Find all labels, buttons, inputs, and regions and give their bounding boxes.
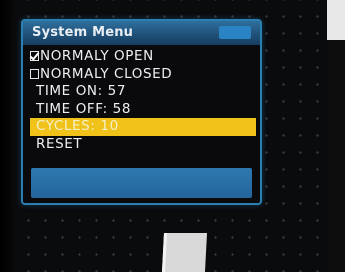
background-corner: [327, 0, 345, 40]
menu-item-label: NORMALY OPEN: [40, 48, 154, 64]
paper-tab: [161, 233, 208, 272]
menu-item-time-off[interactable]: TIME OFF: 58: [30, 101, 256, 119]
menu-item-time-on[interactable]: TIME ON: 57: [30, 83, 256, 101]
title-bar-indicator: [219, 26, 251, 39]
unchecked-checkbox-icon: [30, 68, 39, 79]
device-bezel-left: [0, 0, 14, 272]
menu-item-cycles[interactable]: CYCLES: 10: [30, 118, 256, 136]
menu-item-normally-closed[interactable]: NORMALY CLOSED: [30, 66, 256, 84]
checked-checkbox-icon: [30, 51, 39, 61]
system-menu-window: System Menu NORMALY OPEN NORMALY CLOSED …: [21, 19, 262, 205]
menu-item-reset[interactable]: RESET: [30, 136, 256, 154]
menu-item-label: CYCLES: 10: [36, 118, 119, 134]
menu-status-bar: [31, 168, 252, 198]
menu-item-normally-open[interactable]: NORMALY OPEN: [30, 48, 256, 66]
menu-item-label: TIME OFF: 58: [36, 100, 132, 117]
menu-item-label: TIME ON: 57: [36, 83, 127, 99]
menu-item-label: RESET: [36, 135, 83, 152]
menu-item-label: NORMALY CLOSED: [40, 65, 173, 82]
menu-title: System Menu: [32, 25, 134, 40]
menu-title-bar: System Menu: [23, 21, 260, 45]
menu-item-list: NORMALY OPEN NORMALY CLOSED TIME ON: 57 …: [30, 48, 256, 153]
